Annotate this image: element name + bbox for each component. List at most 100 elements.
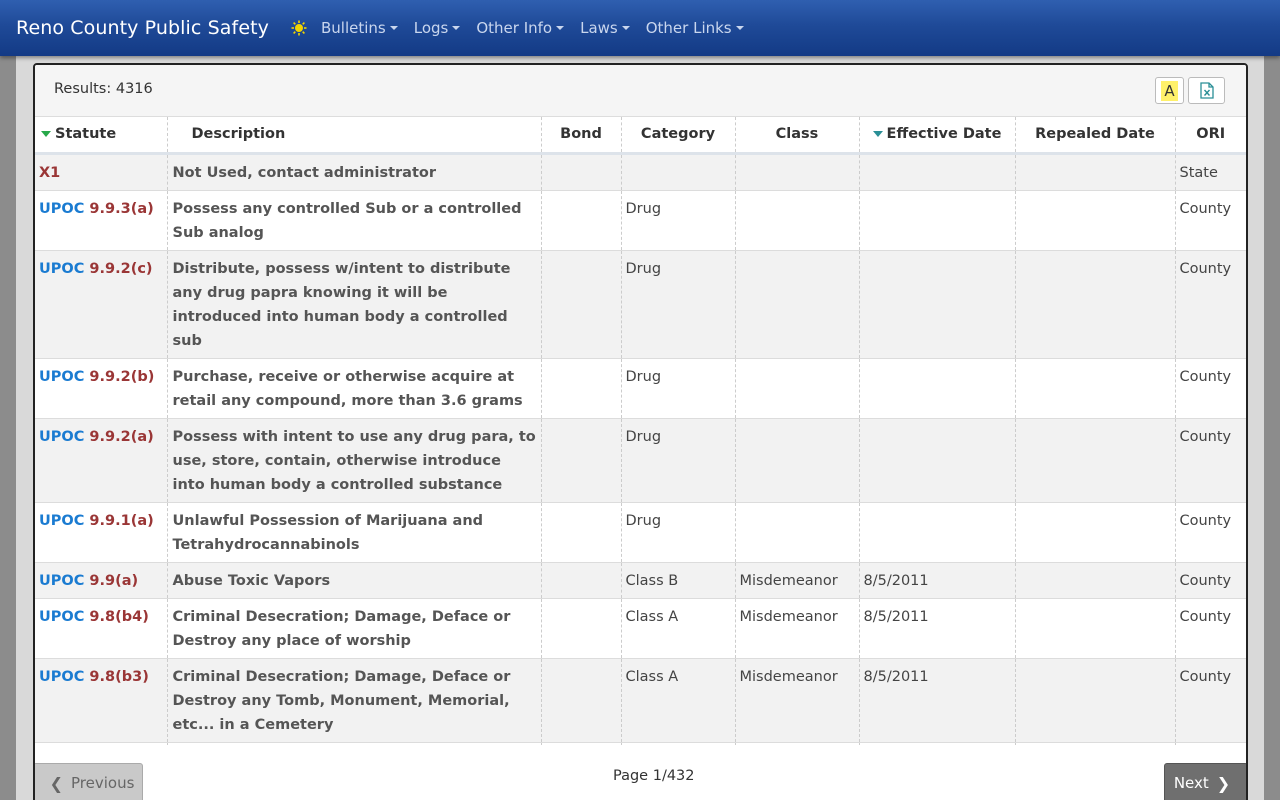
statute-code[interactable]: 9.9.2(b)	[84, 369, 154, 385]
column-label: Class	[775, 126, 819, 143]
nav-logs[interactable]: Logs	[414, 19, 461, 37]
ori-cell: County	[1175, 502, 1246, 563]
effective-date-cell: 8/5/2011	[859, 598, 1016, 659]
bond-cell	[541, 598, 622, 659]
table-row[interactable]: UPOC 9.8(b3) Criminal Desecration; Damage…	[35, 658, 1246, 743]
table-row[interactable]: UPOC 9.9.1(a) Unlawful Possession of Mari…	[35, 502, 1246, 563]
category-cell: Drug	[621, 250, 736, 359]
table-row[interactable]: UPOC 9.9.2(c) Distribute, possess w/inten…	[35, 250, 1246, 359]
nav-label: Laws	[580, 19, 618, 37]
highlight-button[interactable]: A	[1155, 77, 1184, 104]
statute-prefix[interactable]: UPOC	[39, 669, 84, 685]
brand-title[interactable]: Reno County Public Safety	[16, 17, 269, 39]
statute-cell[interactable]: UPOC 9.9.2(b)	[35, 358, 168, 419]
col-bond[interactable]: Bond	[541, 117, 622, 155]
col-class[interactable]: Class	[735, 117, 860, 155]
class-cell	[735, 502, 860, 563]
next-button[interactable]: Next ❯	[1164, 763, 1246, 800]
sort-desc-icon	[872, 131, 883, 138]
effective-date-cell	[859, 250, 1016, 359]
repealed-date-cell	[1015, 358, 1176, 419]
class-cell: Misdemeanor	[735, 658, 860, 743]
statute-code[interactable]: 9.8(b3)	[84, 669, 148, 685]
column-label: Description	[191, 126, 286, 143]
statute-code[interactable]: 9.8(b4)	[84, 609, 148, 625]
effective-date-cell: 8/5/2011	[859, 562, 1016, 599]
category-cell: Class A	[621, 598, 736, 659]
statute-prefix[interactable]: UPOC	[39, 369, 84, 385]
col-repealed-date[interactable]: Repealed Date	[1015, 117, 1176, 155]
table-row[interactable]: UPOC 9.9.3(a) Possess any controlled Sub …	[35, 190, 1246, 251]
col-effective-date[interactable]: Effective Date	[859, 117, 1016, 155]
statute-cell[interactable]: UPOC 9.9.3(a)	[35, 190, 168, 251]
effective-date-cell	[859, 358, 1016, 419]
category-cell	[621, 153, 736, 191]
table-header-row: Statute Description Bond Category Class …	[35, 117, 1246, 155]
col-category[interactable]: Category	[621, 117, 736, 155]
sun-icon[interactable]	[291, 20, 307, 36]
statute-prefix[interactable]: UPOC	[39, 261, 84, 277]
statute-cell[interactable]: UPOC 9.9(a)	[35, 562, 168, 599]
column-label: Effective Date	[886, 126, 1002, 143]
table-row[interactable]: UPOC 9.9.2(b) Purchase, receive or otherw…	[35, 358, 1246, 419]
statute-prefix[interactable]: UPOC	[39, 513, 84, 529]
class-cell	[735, 358, 860, 419]
caret-down-icon	[735, 26, 744, 30]
previous-label: Previous	[71, 774, 135, 792]
statute-cell[interactable]: UPOC 9.8(b4)	[35, 598, 168, 659]
statute-code[interactable]: 9.9.2(a)	[84, 429, 153, 445]
statute-cell[interactable]: UPOC 9.9.1(a)	[35, 502, 168, 563]
category-cell: Drug	[621, 502, 736, 563]
effective-date-cell: 8/5/2011	[859, 658, 1016, 743]
statute-code[interactable]: 9.9.2(c)	[84, 261, 152, 277]
table-row[interactable]: UPOC 9.9.2(a) Possess with intent to use …	[35, 418, 1246, 503]
effective-date-cell	[859, 502, 1016, 563]
statute-code[interactable]: X1	[39, 165, 60, 181]
repealed-date-cell	[1015, 418, 1176, 503]
bond-cell	[541, 153, 622, 191]
statute-prefix[interactable]: UPOC	[39, 429, 84, 445]
statute-prefix[interactable]: UPOC	[39, 609, 84, 625]
top-navbar: Reno County Public Safety Bulletins Logs…	[0, 0, 1280, 56]
pagination-bar: ❮ Previous Page 1/432 Next ❯	[35, 745, 1246, 800]
statute-prefix[interactable]: UPOC	[39, 201, 84, 217]
effective-date-cell	[859, 190, 1016, 251]
col-statute[interactable]: Statute	[35, 117, 168, 155]
panel-header: Results: 4316 A	[35, 65, 1246, 117]
table-row[interactable]: UPOC 9.9(a) Abuse Toxic Vapors Class B Misd…	[35, 562, 1246, 599]
bond-cell	[541, 418, 622, 503]
nav-other-links[interactable]: Other Links	[646, 19, 744, 37]
ori-cell: County	[1175, 250, 1246, 359]
description-cell: Distribute, possess w/intent to distribu…	[167, 250, 542, 359]
description-cell: Unlawful Possession of Marijuana and Tet…	[167, 502, 542, 563]
nav-label: Logs	[413, 19, 449, 37]
category-cell: Drug	[621, 190, 736, 251]
description-cell: Possess any controlled Sub or a controll…	[167, 190, 542, 251]
table-row[interactable]: UPOC 9.8(b4) Criminal Desecration; Damage…	[35, 598, 1246, 659]
statute-cell[interactable]: UPOC 9.8(b3)	[35, 658, 168, 743]
statute-code[interactable]: 9.9.3(a)	[84, 201, 153, 217]
repealed-date-cell	[1015, 190, 1176, 251]
statute-cell[interactable]: UPOC 9.9.2(a)	[35, 418, 168, 503]
statute-code[interactable]: 9.9(a)	[84, 573, 138, 589]
category-cell: Drug	[621, 418, 736, 503]
repealed-date-cell	[1015, 598, 1176, 659]
statute-cell[interactable]: UPOC 9.9.2(c)	[35, 250, 168, 359]
previous-button[interactable]: ❮ Previous	[35, 763, 143, 800]
ori-cell: County	[1175, 358, 1246, 419]
excel-export-button[interactable]	[1188, 77, 1225, 104]
bond-cell	[541, 658, 622, 743]
statute-code[interactable]: 9.9.1(a)	[84, 513, 153, 529]
col-ori[interactable]: ORI	[1175, 117, 1246, 155]
description-cell: Abuse Toxic Vapors	[167, 562, 542, 599]
table-row[interactable]: X1 Not Used, contact administrator State	[35, 153, 1246, 191]
nav-other-info[interactable]: Other Info	[476, 19, 565, 37]
bond-cell	[541, 358, 622, 419]
nav-laws[interactable]: Laws	[580, 19, 630, 37]
statute-prefix[interactable]: UPOC	[39, 573, 84, 589]
nav-bulletins[interactable]: Bulletins	[321, 19, 398, 37]
col-description[interactable]: Description	[167, 117, 542, 155]
column-label: Repealed Date	[1035, 126, 1155, 143]
statute-cell[interactable]: X1	[35, 153, 168, 191]
ori-cell: County	[1175, 562, 1246, 599]
